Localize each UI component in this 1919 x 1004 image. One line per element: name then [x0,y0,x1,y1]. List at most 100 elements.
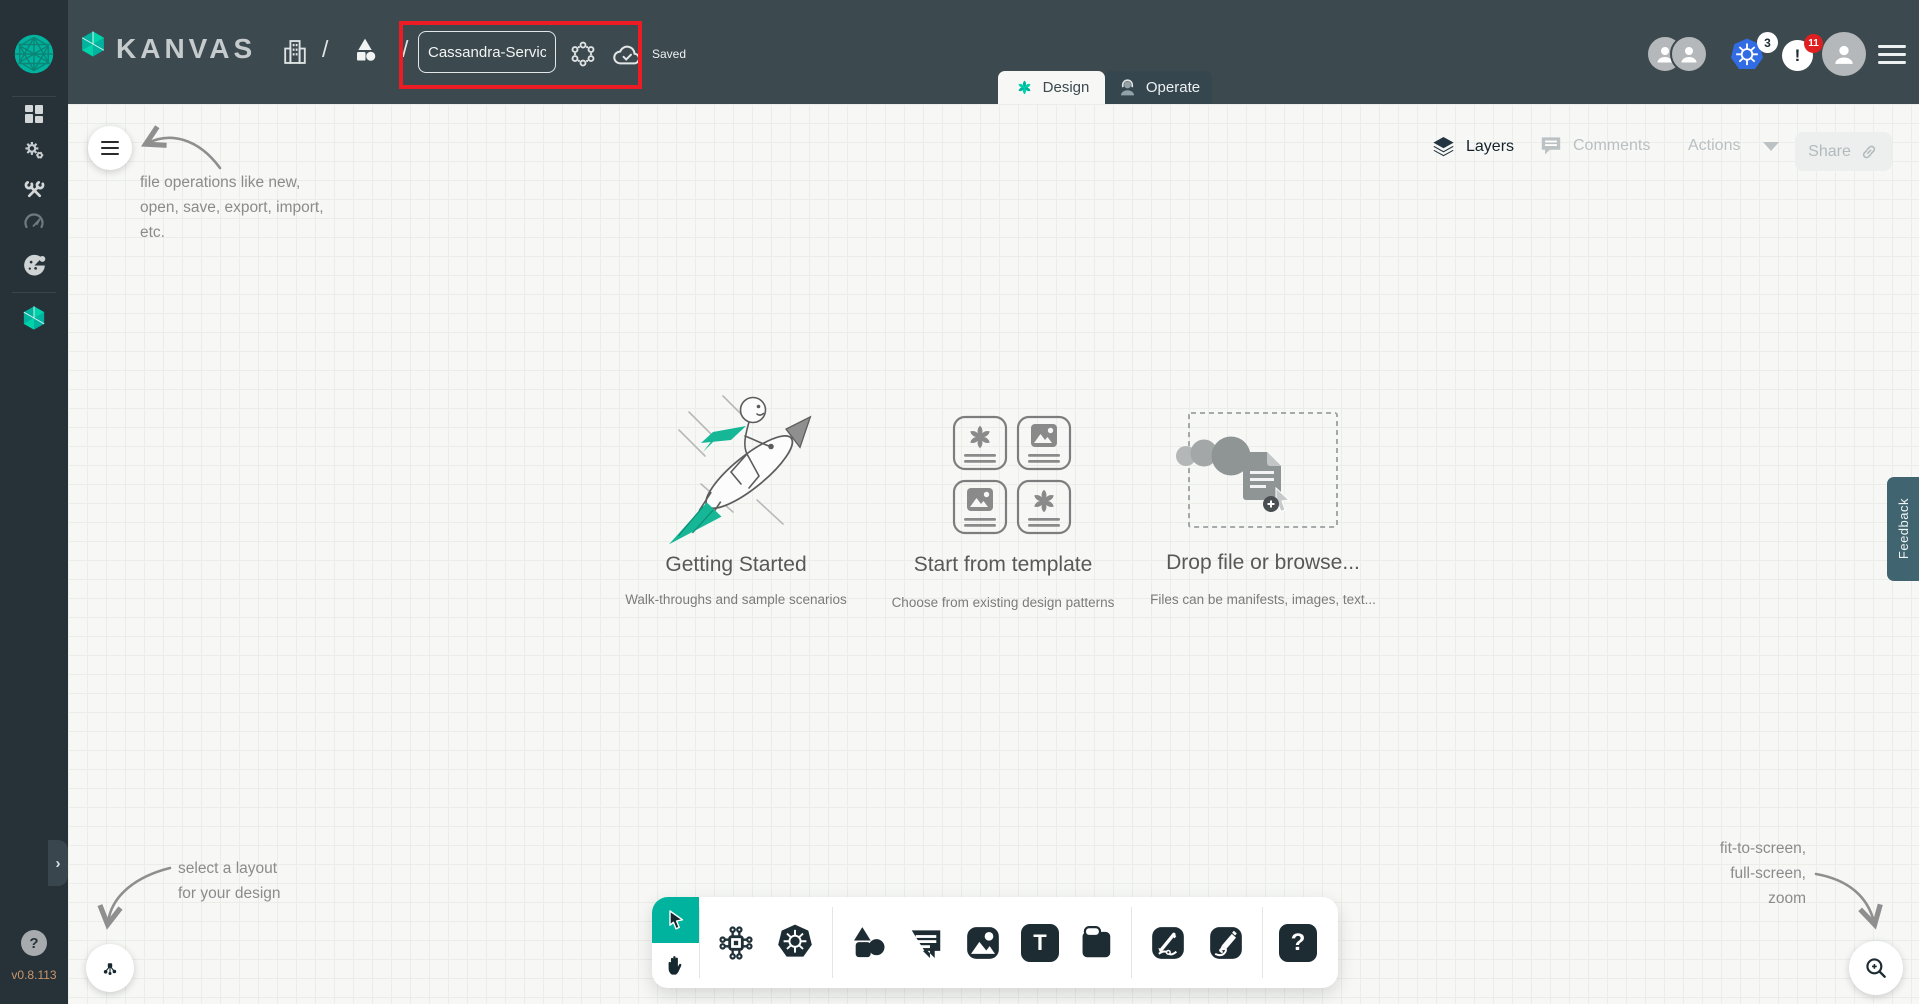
kanvas-logo[interactable] [78,29,108,64]
template-tile-pattern-icon [1016,479,1072,535]
sidebar-item-performance[interactable] [0,209,68,235]
comment-tool[interactable] [907,924,945,962]
template-tile-image-icon [952,479,1008,535]
text-tool-square: T [1021,923,1059,962]
tab-operate-label: Operate [1145,79,1201,96]
sidebar-item-configuration[interactable] [0,173,68,201]
graph-layout-icon [103,963,117,975]
save-status-button[interactable] [611,40,643,73]
mesh-network-icon [571,41,595,67]
drop-file-card[interactable]: Drop file or browse... [1113,551,1413,575]
shapes-tool[interactable] [849,923,889,963]
components-tool[interactable] [716,923,756,963]
pen-tool[interactable] [1148,923,1188,963]
magnifier-plus-icon [1866,958,1886,978]
zoom-controls-button[interactable] [1849,941,1903,995]
layout-annotation: select a layout for your design [178,860,281,902]
getting-started-card[interactable]: Getting Started [586,553,886,577]
breadcrumb-separator: / [402,36,409,62]
template-tile-pattern-icon [952,415,1008,471]
operator-headset-icon [1120,79,1134,96]
note-tool[interactable] [1077,924,1115,962]
layers-label: Layers [1466,137,1515,155]
arrow-to-layout [97,866,172,930]
app-header: KANVAS / / Cassandra-Service Saved Desig… [68,0,1919,104]
comments-icon [1541,137,1561,155]
version-label: v0.8.113 [11,968,57,982]
select-tool[interactable] [652,897,699,943]
kanvas-hexagon-icon [23,306,45,330]
kubernetes-context-button[interactable]: 3 [1727,32,1779,78]
pencil-tool[interactable] [1206,923,1246,963]
help-button[interactable]: ? [21,930,47,956]
avatar [1670,35,1708,73]
sidebar-item-dashboard[interactable] [0,100,68,128]
tab-operate[interactable]: Operate [1105,71,1212,104]
drop-file-zone[interactable] [1176,412,1338,528]
design-tool-palette: T ? [652,897,1338,988]
start-from-template-card[interactable]: Start from template [853,553,1153,577]
note-icon [1082,925,1111,957]
image-icon [967,926,999,959]
actions-dropdown[interactable]: Actions [1688,137,1780,155]
text-tool[interactable]: T [1021,923,1059,962]
collaborators-avatars[interactable] [1646,35,1708,73]
question-icon: ? [29,934,39,952]
zoom-annotation: fit-to-screen, full-screen, zoom [1719,840,1806,907]
canvas-menu-button[interactable] [88,126,132,170]
design-visibility-button[interactable] [568,39,598,74]
profile-avatar[interactable] [1822,32,1866,76]
tab-design[interactable]: Design [998,71,1105,104]
sidebar-divider [12,96,56,97]
crossed-tools-icon [24,180,44,197]
design-canvas[interactable]: file operations like new, open, save, ex… [68,104,1919,1004]
comments-label: Comments [1573,137,1651,154]
kubernetes-tool[interactable] [774,922,816,964]
help-tools: ? [1263,897,1333,988]
image-tool[interactable] [963,923,1003,963]
layout-selector-button[interactable] [86,944,134,992]
breadcrumb-separator: / [322,36,329,62]
pencil-scribble-icon [1210,926,1242,959]
organization-breadcrumb[interactable] [281,37,309,72]
saved-status-label: Saved [652,47,687,61]
text-tool-glyph: T [1033,929,1047,955]
share-button[interactable]: Share [1795,132,1892,171]
kubernetes-icon [778,924,812,957]
template-preview-grid[interactable] [952,415,1072,535]
sidebar-item-extensions[interactable] [0,250,68,280]
layers-button[interactable]: Layers [1430,133,1514,160]
notifications-button[interactable]: ! 11 [1782,34,1828,76]
comments-button[interactable]: Comments [1538,133,1650,159]
feedback-tab[interactable]: Feedback [1887,477,1919,581]
actions-label: Actions [1688,137,1741,154]
app-menu-button[interactable] [1878,40,1906,69]
sidebar-divider [12,292,56,293]
comment-bubble-icon [911,929,941,958]
sidebar-expand-handle[interactable]: › [48,840,68,886]
shapes-icon [854,926,885,957]
dashboard-icon [25,105,43,123]
link-icon [1862,145,1875,158]
circuit-chip-icon [719,925,753,960]
design-title-input[interactable] [418,31,556,73]
workspace-breadcrumb[interactable] [349,34,381,71]
hamburger-icon [101,138,119,159]
layer5-sphere-icon [14,34,54,74]
extensions-icon [23,254,45,276]
cloud-saved-icon [613,45,640,65]
tab-design-label: Design [1042,79,1090,96]
cursor-icon [1275,486,1291,513]
hand-icon [668,955,682,975]
sidebar-item-kanvas[interactable] [0,303,68,333]
template-tile-image-icon [1016,415,1072,471]
content-tools: T [833,897,1131,988]
chevron-right-icon: › [55,854,61,872]
kubernetes-badge: 3 [1757,32,1778,53]
pan-tool[interactable] [652,943,699,989]
rocket-rider-illustration [668,395,812,545]
question-icon: ? [1290,928,1306,956]
sidebar-item-lifecycle[interactable] [0,136,68,164]
left-nav-rail: › ? v0.8.113 [0,0,68,1004]
help-tool[interactable]: ? [1279,923,1317,962]
